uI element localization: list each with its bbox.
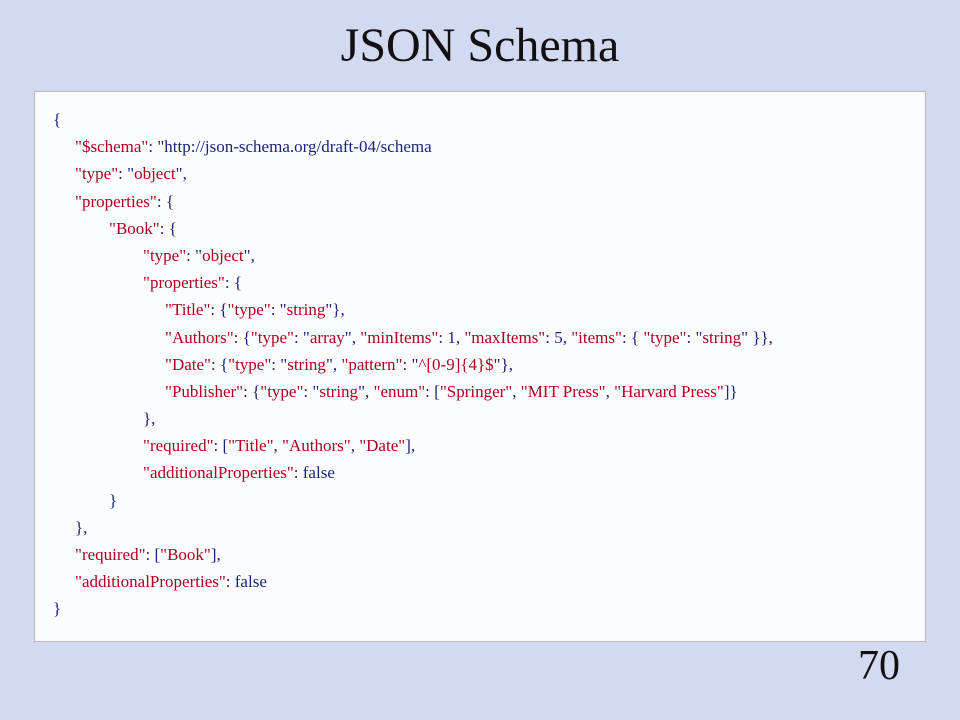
code-line: "properties": {: [53, 269, 907, 296]
code-line: "type": "object",: [53, 242, 907, 269]
code-line: "Book": {: [53, 215, 907, 242]
code-line: },: [53, 514, 907, 541]
code-line: {: [53, 106, 907, 133]
code-line: "Date": {"type": "string", "pattern": "^…: [53, 351, 907, 378]
page-number: 70: [858, 642, 900, 690]
code-line: "$schema": "http://json-schema.org/draft…: [53, 133, 907, 160]
code-line: }: [53, 487, 907, 514]
code-line: }: [53, 595, 907, 622]
code-line: "Publisher": {"type": "string", "enum": …: [53, 378, 907, 405]
slide-title: JSON Schema: [0, 18, 960, 73]
code-line: "Title": {"type": "string"},: [53, 296, 907, 323]
code-line: "additionalProperties": false: [53, 568, 907, 595]
code-line: "additionalProperties": false: [53, 459, 907, 486]
code-line: "required": ["Title", "Authors", "Date"]…: [53, 432, 907, 459]
code-line: "type": "object",: [53, 160, 907, 187]
code-line: "properties": {: [53, 188, 907, 215]
code-line: },: [53, 405, 907, 432]
code-line: "Authors": {"type": "array", "minItems":…: [53, 324, 907, 351]
code-box: { "$schema": "http://json-schema.org/dra…: [34, 91, 926, 642]
code-line: "required": ["Book"],: [53, 541, 907, 568]
slide: JSON Schema { "$schema": "http://json-sc…: [0, 0, 960, 720]
